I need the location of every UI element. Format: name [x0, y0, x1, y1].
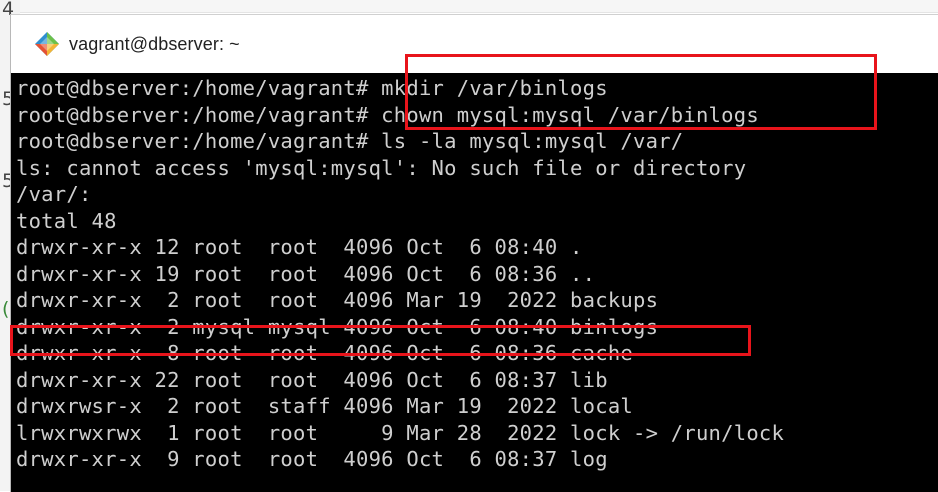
- terminal-line: root@dbserver:/home/vagrant# chown mysql…: [16, 102, 759, 127]
- terminal-line: drwxr-xr-x 8 root root 4096 Oct 6 08:36 …: [16, 341, 634, 365]
- terminal-line: drwxr-xr-x 12 root root 4096 Oct 6 08:40…: [16, 235, 583, 259]
- background-char: (: [2, 298, 10, 320]
- terminal-line: total 48: [16, 208, 117, 233]
- terminal-line: drwxrwsr-x 2 root staff 4096 Mar 19 2022…: [16, 394, 634, 418]
- terminal-line: drwxr-xr-x 9 root root 4096 Oct 6 08:37 …: [16, 447, 608, 471]
- window-titlebar[interactable]: vagrant@dbserver: ~: [11, 15, 938, 73]
- terminal-window[interactable]: vagrant@dbserver: ~ root@dbserver:/home/…: [10, 14, 938, 492]
- terminal-line: drwxr-xr-x 22 root root 4096 Oct 6 08:37…: [16, 367, 608, 392]
- terminal-output[interactable]: root@dbserver:/home/vagrant# mkdir /var/…: [11, 73, 938, 492]
- terminal-line: drwxr-xr-x 2 root root 4096 Mar 19 2022 …: [16, 288, 659, 312]
- terminal-line: drwxr-xr-x 19 root root 4096 Oct 6 08:36…: [16, 261, 596, 286]
- terminal-line: lrwxrwxrwx 1 root root 9 Mar 28 2022 loc…: [16, 420, 785, 445]
- window-title: vagrant@dbserver: ~: [69, 33, 240, 54]
- terminal-line: /var/:: [16, 182, 92, 206]
- terminal-line: drwxr-xr-x 2 mysql mysql 4096 Oct 6 08:4…: [16, 314, 659, 339]
- gitbash-diamond-icon: [35, 32, 59, 56]
- terminal-line: root@dbserver:/home/vagrant# mkdir /var/…: [16, 76, 608, 100]
- terminal-lines: root@dbserver:/home/vagrant# mkdir /var/…: [16, 75, 784, 473]
- terminal-line: root@dbserver:/home/vagrant# ls -la mysq…: [16, 129, 684, 153]
- background-top-strip: [20, 0, 938, 13]
- terminal-line: ls: cannot access 'mysql:mysql': No such…: [16, 155, 747, 180]
